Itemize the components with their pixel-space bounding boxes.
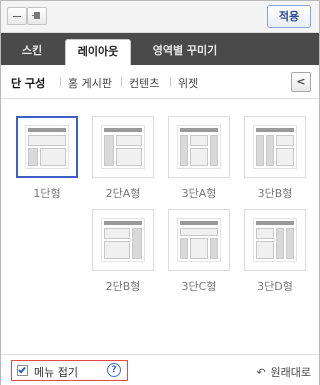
reset-label: 원래대로 <box>270 366 311 379</box>
layout-label: 3단C형 <box>181 280 217 293</box>
tab-layout[interactable]: 레이아웃 <box>65 39 131 66</box>
layout-thumbnail <box>177 218 221 262</box>
tab-bar: 스킨 레이아웃 영역별 꾸미기 <box>1 33 319 66</box>
pin-icon <box>32 12 42 20</box>
subnav-divider <box>170 77 171 87</box>
minimize-button[interactable] <box>7 7 27 25</box>
sub-navigation: 단 구성 홈 게시판 컨텐츠 위젯 < <box>1 65 319 99</box>
fold-menu-label[interactable]: 메뉴 접기 <box>34 364 78 380</box>
layout-option-2col-a[interactable] <box>92 116 154 178</box>
reset-button[interactable]: ↶ 원래대로 <box>257 364 311 380</box>
layout-thumbnail <box>101 125 145 169</box>
layout-panel: 적용 스킨 레이아웃 영역별 꾸미기 단 구성 홈 게시판 컨텐츠 위젯 < 1… <box>0 0 320 385</box>
layout-thumbnail <box>25 125 69 169</box>
layout-option-3col-d[interactable] <box>244 209 306 271</box>
layout-label: 3단B형 <box>257 187 293 200</box>
layout-label: 1단형 <box>33 187 61 200</box>
apply-button[interactable]: 적용 <box>267 5 311 28</box>
layout-option-3col-b[interactable] <box>244 116 306 178</box>
layout-option-2col-b[interactable] <box>92 209 154 271</box>
layout-thumbnail <box>177 125 221 169</box>
subnav-home-board[interactable]: 홈 게시판 <box>68 75 112 91</box>
layout-thumbnail <box>101 218 145 262</box>
help-icon[interactable]: ? <box>107 363 121 377</box>
layout-option-3col-c[interactable] <box>168 209 230 271</box>
layout-label: 3단A형 <box>181 187 217 200</box>
subnav-divider <box>121 77 122 87</box>
subnav-contents[interactable]: 컨텐츠 <box>129 75 159 91</box>
subnav-divider <box>60 77 61 87</box>
collapse-button[interactable]: < <box>291 72 311 92</box>
undo-icon: ↶ <box>256 366 266 379</box>
fold-menu-option: 메뉴 접기 ? <box>11 360 128 381</box>
layout-option-3col-a[interactable] <box>168 116 230 178</box>
panel-toolbar: 적용 <box>1 1 319 33</box>
check-icon <box>18 365 26 374</box>
minus-icon <box>13 16 21 17</box>
layout-option-1col[interactable] <box>16 116 78 178</box>
layout-thumbnail <box>253 125 297 169</box>
layout-thumbnail <box>253 218 297 262</box>
tab-area-decoration[interactable]: 영역별 꾸미기 <box>139 39 231 65</box>
panel-footer: 메뉴 접기 ? ↶ 원래대로 <box>1 354 319 385</box>
fold-menu-checkbox[interactable] <box>17 365 28 376</box>
pin-button[interactable] <box>27 7 47 25</box>
subnav-column-structure[interactable]: 단 구성 <box>11 75 45 91</box>
subnav-widget[interactable]: 위젯 <box>178 75 198 91</box>
layout-label: 2단A형 <box>105 187 141 200</box>
layout-label: 2단B형 <box>105 280 141 293</box>
layout-label: 3단D형 <box>257 280 293 293</box>
tab-skin[interactable]: 스킨 <box>7 39 57 65</box>
